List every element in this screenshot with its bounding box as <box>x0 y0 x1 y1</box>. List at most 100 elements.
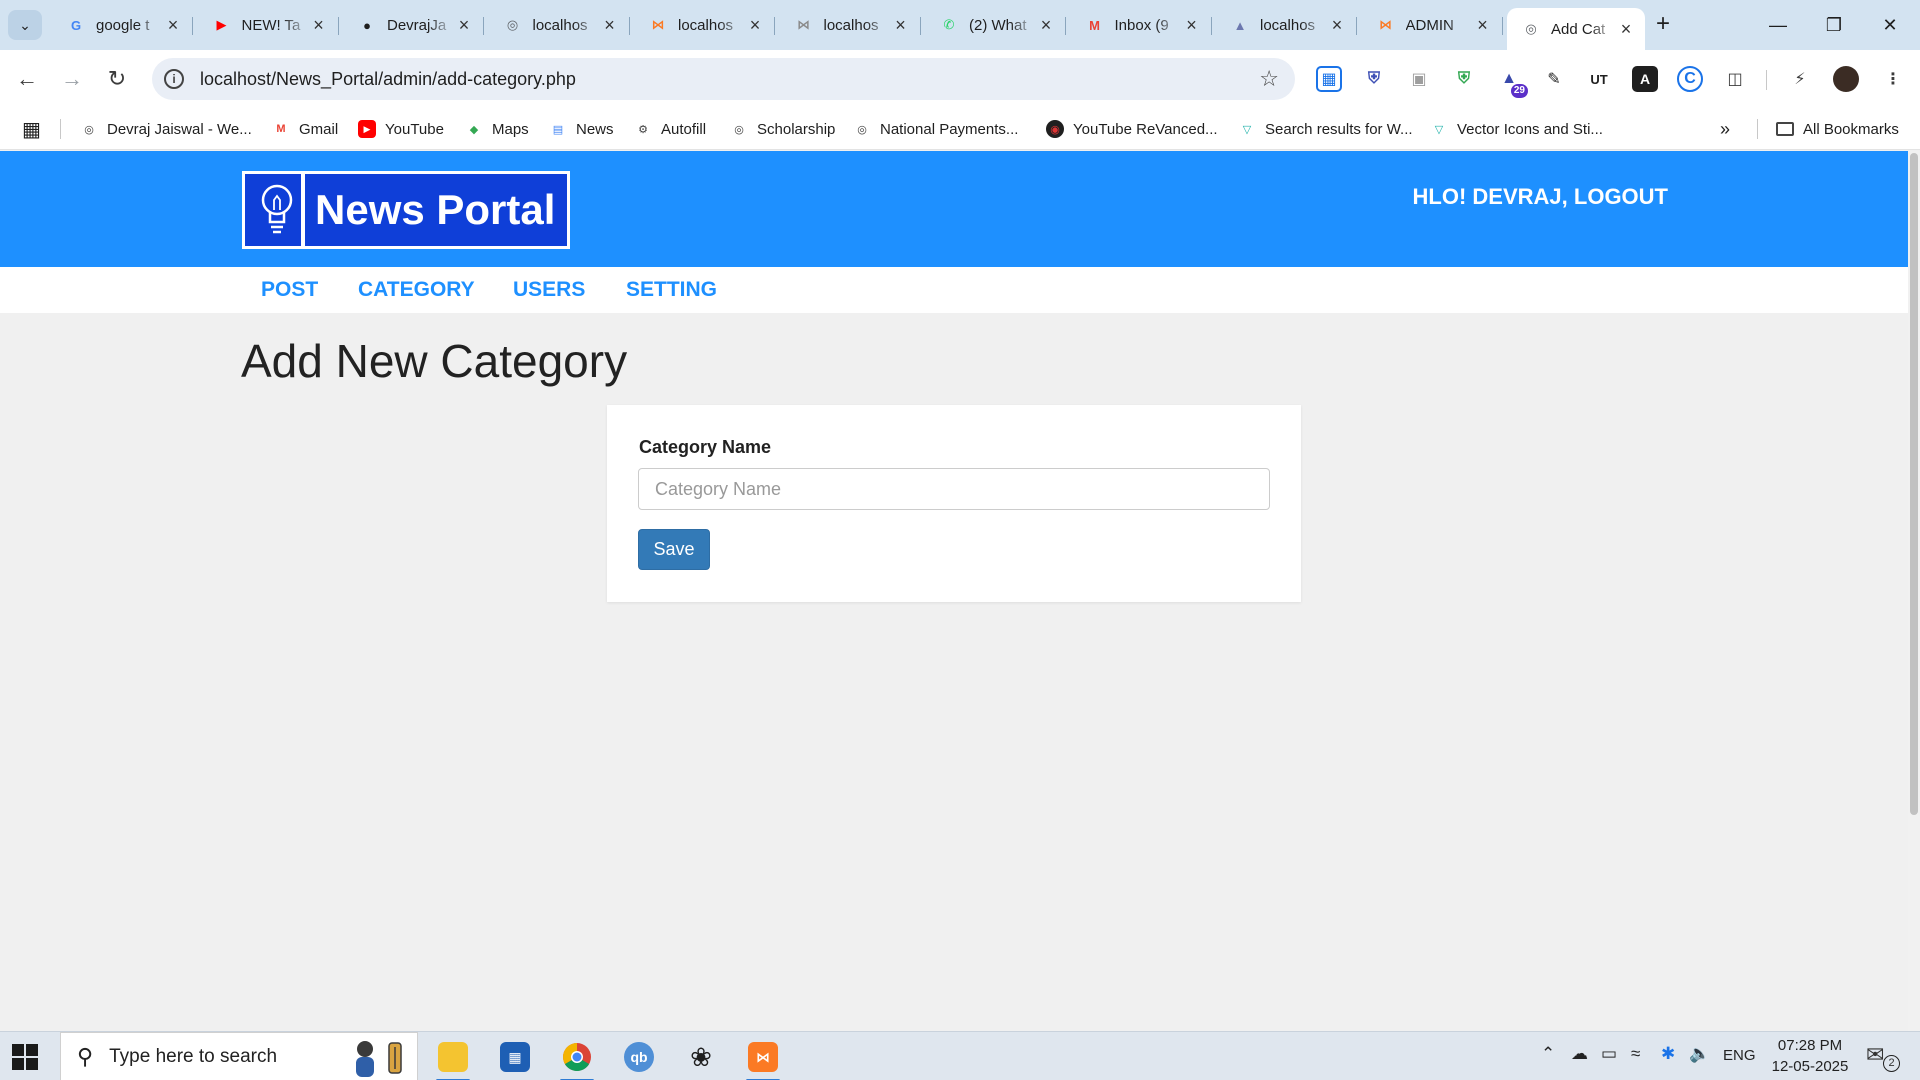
windows-taskbar: ⚲ Type here to search ▦ qb ❀ ⋈ ⌃ ☁ ▭ ≈ ✱… <box>0 1031 1920 1080</box>
language-indicator[interactable]: ENG <box>1723 1047 1756 1064</box>
close-icon[interactable]: × <box>746 15 764 36</box>
windows-start-button[interactable] <box>12 1044 40 1070</box>
save-button[interactable]: Save <box>638 529 710 570</box>
bookmark-item[interactable]: ◎ Devraj Jaiswal - We... <box>80 117 252 141</box>
category-name-input[interactable] <box>638 468 1270 510</box>
menu-item-post[interactable]: POST <box>261 278 318 302</box>
close-icon[interactable]: × <box>455 15 473 36</box>
notification-center-button[interactable]: ✉ 2 <box>1866 1042 1900 1072</box>
close-icon[interactable]: × <box>601 15 619 36</box>
bookmark-label: Scholarship <box>757 120 836 138</box>
menu-item-category[interactable]: CATEGORY <box>358 278 475 302</box>
restore-button[interactable]: ❐ <box>1806 0 1862 50</box>
folder-icon <box>1776 122 1794 136</box>
bookmark-item[interactable]: M Gmail <box>272 117 338 141</box>
volume-icon[interactable]: 🔈 <box>1689 1044 1710 1064</box>
taskbar-xampp[interactable]: ⋈ <box>738 1036 788 1080</box>
dropper-icon[interactable]: ✎ <box>1541 66 1567 92</box>
close-icon[interactable]: × <box>164 15 182 36</box>
tab-5[interactable]: ⋈ localhos × <box>634 8 775 42</box>
taskbar-store[interactable]: ▦ <box>490 1036 540 1078</box>
taskbar-search-box[interactable]: ⚲ Type here to search <box>60 1032 418 1080</box>
bookmark-item[interactable]: ▽ Vector Icons and Sti... <box>1430 117 1603 141</box>
bookmark-star-icon[interactable]: ☆ <box>1259 66 1279 92</box>
bookmark-item[interactable]: ▽ Search results for W... <box>1238 117 1413 141</box>
camera-icon[interactable]: ▣ <box>1406 66 1432 92</box>
tab-separator <box>483 17 484 35</box>
news-portal-logo[interactable]: News Portal <box>242 171 570 249</box>
phpmyadmin-icon: ▲ <box>1233 17 1247 33</box>
bookmark-item[interactable]: ◎ Scholarship <box>730 117 835 141</box>
page-title: Add New Category <box>241 335 628 387</box>
bitwarden-shield-icon[interactable]: ⛨ <box>1361 66 1387 92</box>
ut-extension-icon[interactable]: UT <box>1586 66 1612 92</box>
all-bookmarks-button[interactable]: All Bookmarks <box>1776 117 1899 141</box>
page-scrollbar[interactable] <box>1908 151 1920 1031</box>
chatgpt-icon: ❀ <box>690 1041 712 1072</box>
reload-button[interactable]: ↻ <box>102 64 132 94</box>
new-tab-button[interactable]: + <box>1650 12 1676 38</box>
tab-8[interactable]: M Inbox (9 × <box>1071 8 1212 42</box>
bookmark-item[interactable]: ▶ YouTube <box>358 117 444 141</box>
forward-button[interactable]: → <box>57 64 87 94</box>
close-icon[interactable]: × <box>1617 19 1635 40</box>
close-icon[interactable]: × <box>1037 15 1055 36</box>
close-window-button[interactable]: ✕ <box>1862 0 1918 50</box>
taskbar-chatgpt[interactable]: ❀ <box>676 1036 726 1078</box>
menu-kebab-icon[interactable]: ⋮ <box>1880 66 1906 92</box>
apps-grid-icon[interactable]: ▦ <box>22 117 41 141</box>
bookmark-item[interactable]: ⚙ Autofill <box>634 117 706 141</box>
greeting-logout-link[interactable]: HLO! DEVRAJ, LOGOUT <box>1413 184 1668 210</box>
shield-check-icon[interactable]: ⛨ <box>1451 66 1477 92</box>
a-extension-icon[interactable]: A <box>1632 66 1658 92</box>
taskbar-file-explorer[interactable] <box>428 1036 478 1080</box>
minimize-button[interactable]: — <box>1750 0 1806 50</box>
tab-6[interactable]: ⋈ localhos × <box>780 8 921 42</box>
bookmark-item[interactable]: ◆ Maps <box>465 117 529 141</box>
admin-menu: POST CATEGORY USERS SETTING <box>0 267 1908 313</box>
tab-2[interactable]: ▶ NEW! Ta × <box>198 8 339 42</box>
more-bookmarks-chevron-icon[interactable]: » <box>1720 117 1730 141</box>
back-button[interactable]: ← <box>12 64 42 94</box>
toolbar-divider <box>1766 70 1767 90</box>
onedrive-cloud-icon[interactable]: ☁ <box>1571 1044 1588 1064</box>
taskbar-chrome[interactable] <box>552 1036 602 1080</box>
bookmark-item[interactable]: ▤ News <box>549 117 614 141</box>
taskbar-clock[interactable]: 07:28 PM 12-05-2025 <box>1760 1035 1860 1077</box>
maps-icon: ◆ <box>469 123 479 136</box>
bluetooth-icon[interactable]: ✱ <box>1661 1044 1675 1064</box>
taskbar-qbittorrent[interactable]: qb <box>614 1036 664 1078</box>
extension-1-icon[interactable]: ▦ <box>1316 66 1342 92</box>
menu-item-users[interactable]: USERS <box>513 278 585 302</box>
close-icon[interactable]: × <box>1328 15 1346 36</box>
bookmark-item[interactable]: ◉ YouTube ReVanced... <box>1046 117 1218 141</box>
tab-1[interactable]: Ggoogle t × <box>52 8 193 42</box>
wifi-icon[interactable]: ≈ <box>1631 1044 1640 1064</box>
profile-avatar[interactable] <box>1833 66 1859 92</box>
site-info-icon[interactable]: i <box>164 69 184 89</box>
tab-strip: ⌄ Ggoogle t × ▶ NEW! Ta × ● DevrajJa × ◎ localhos… <box>0 0 1920 50</box>
tab-11[interactable]: ◎ Add Cat × <box>1507 8 1645 50</box>
extensions-puzzle-icon[interactable]: ◫ <box>1722 66 1748 92</box>
tab-3[interactable]: ● DevrajJa × <box>343 8 484 42</box>
address-bar[interactable]: i localhost/News_Portal/admin/add-catego… <box>152 58 1295 100</box>
tab-10[interactable]: ⋈ ADMIN × <box>1362 8 1503 42</box>
tab-7[interactable]: ✆ (2) What × <box>925 8 1066 42</box>
graduation-cap-icon[interactable]: ▲ 29 <box>1496 66 1528 98</box>
close-icon[interactable]: × <box>892 15 910 36</box>
bookmark-item[interactable]: ◎ National Payments... <box>853 117 1018 141</box>
close-icon[interactable]: × <box>310 15 328 36</box>
close-icon[interactable]: × <box>1183 15 1201 36</box>
scrollbar-thumb[interactable] <box>1910 153 1918 815</box>
show-hidden-icons-chevron-icon[interactable]: ⌃ <box>1541 1044 1555 1064</box>
tab-separator <box>919 17 921 35</box>
tab-9[interactable]: ▲ localhos × <box>1216 8 1357 42</box>
battery-icon[interactable]: ▭ <box>1601 1044 1617 1064</box>
c-extension-icon[interactable]: C <box>1677 66 1703 92</box>
tab-4[interactable]: ◎ localhos × <box>489 8 630 42</box>
close-icon[interactable]: × <box>1474 15 1492 36</box>
address-bar-url[interactable]: localhost/News_Portal/admin/add-category… <box>200 69 576 90</box>
tab-search-button[interactable]: ⌄ <box>8 10 42 40</box>
menu-item-setting[interactable]: SETTING <box>626 278 717 302</box>
performance-icon[interactable]: ⚡ <box>1787 66 1813 92</box>
